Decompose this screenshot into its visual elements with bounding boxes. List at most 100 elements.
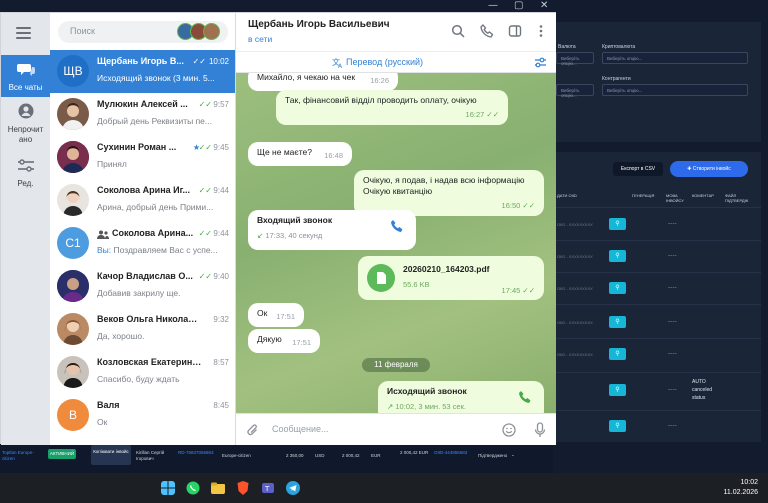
phone-icon[interactable] (518, 390, 532, 404)
windows-start-icon[interactable] (161, 481, 175, 495)
phone-icon[interactable] (480, 24, 494, 38)
peer-name[interactable]: Щербань Игорь Васильевич (248, 19, 390, 30)
bg-minimize-icon[interactable]: — (488, 0, 498, 11)
row-state-select[interactable]: Підтверджено (478, 453, 507, 459)
copy-invoice-button[interactable]: Копіювати інвойс (91, 445, 131, 465)
more-icon[interactable] (534, 24, 548, 38)
story-avatar[interactable] (203, 23, 220, 40)
chat-preview: Арина, добрый день Прими... (97, 202, 214, 212)
chat-item[interactable]: Сухинин Роман ... ★ ✓✓ 9:45 Принял (50, 136, 235, 179)
sidebar-toggle-icon[interactable] (508, 24, 522, 38)
search-input[interactable]: Поиск (58, 21, 228, 43)
chat-item[interactable]: Веков Ольга Николаев... 9:32 Да, хорошо. (50, 308, 235, 351)
message-bubble[interactable]: Ще не маєте? 16:48 (248, 142, 352, 166)
th-comment: КОМЕНТАР (692, 193, 714, 198)
chat-list: Поиск ЩВ Щербань Игорь В... ✓✓ 10:02 Исх… (50, 13, 236, 445)
auto-status-line: canceled (692, 387, 713, 393)
file-icon[interactable] (367, 264, 395, 292)
chevron-down-icon[interactable]: ⌄ (511, 452, 515, 458)
chat-item[interactable]: Мулюкин Алексей ... ✓✓ 9:57 Добрый день … (50, 93, 235, 136)
emoji-icon[interactable] (502, 423, 516, 437)
read-checks-icon: ✓✓ (198, 272, 212, 281)
chat-item[interactable]: С1 Соколова Арина... ✓✓ 9:44 Вы: Поздрав… (50, 222, 235, 265)
bg-close-icon[interactable]: ✕ (540, 0, 548, 11)
call-message[interactable]: Исходящий звонок ↗ 10:02, 3 мин. 53 сек. (378, 381, 544, 413)
message-bubble[interactable]: Михайло, я чекаю на чек 16:26 (248, 73, 398, 91)
avatar: С1 (57, 227, 89, 259)
message-time: 16:50 (501, 201, 521, 210)
crypto-select[interactable]: Виберіть опцію... (602, 52, 748, 64)
call-title: Входящий звонок (257, 215, 333, 225)
row-ref[interactable]: RD-76837065863 (178, 450, 218, 456)
table-row-id: OIID - XXXXXXXXX (557, 352, 593, 357)
chat-item[interactable]: Качор Владислав О... ✓✓ 9:40 Добавив зак… (50, 265, 235, 308)
phone-icon[interactable] (390, 219, 404, 233)
telegram-icon[interactable] (286, 481, 300, 495)
chat-time: 9:32 (213, 315, 229, 324)
brave-browser-icon[interactable] (236, 481, 250, 495)
read-checks-icon: ✓✓ (198, 100, 212, 109)
view-button[interactable]: ⚲ (609, 250, 626, 262)
row-account[interactable]: Toptlan Europe-citizen (2, 450, 44, 462)
attach-icon[interactable] (246, 423, 260, 437)
teams-icon[interactable]: T (261, 481, 275, 495)
date-select[interactable]: Виберіть опцію... (556, 84, 594, 98)
call-message[interactable]: Входящий звонок ↙ 17:33, 40 секунд (248, 210, 416, 250)
translate-label[interactable]: Перевод (русский) (346, 57, 423, 67)
chat-item[interactable]: Соколова Арина Иг... ✓✓ 9:44 Арина, добр… (50, 179, 235, 222)
currency-select[interactable]: Виберіть опцію... (556, 52, 594, 66)
folder-unread[interactable]: Непрочит ано (1, 101, 50, 147)
translate-bar[interactable]: 文A Перевод (русский) (236, 51, 556, 73)
message-meta: 17:45 ✓✓ (502, 285, 535, 296)
chat-preview: Добавив закрилу ще. (97, 288, 181, 298)
conversation-header[interactable]: Щербань Игорь Васильевич в сети (236, 13, 556, 51)
chat-item[interactable]: В Валя 8:45 Ок (50, 394, 235, 437)
system-clock[interactable]: 10:02 11.02.2026 (723, 478, 758, 498)
view-button[interactable]: ⚲ (609, 316, 626, 328)
avatar (57, 184, 89, 216)
whatsapp-icon[interactable] (186, 481, 200, 495)
auto-status: AUTO canceled status (692, 378, 712, 402)
avatar-initials: С1 (57, 227, 89, 259)
chat-name: Соколова Арина... (112, 228, 194, 238)
file-message[interactable]: 20260210_164203.pdf 55.6 KB 17:45 ✓✓ (358, 256, 544, 300)
avatar-photo (63, 191, 83, 216)
contractors-select[interactable]: Виберіть опцію... (602, 84, 748, 96)
chat-item[interactable]: ЩВ Щербань Игорь В... ✓✓ 10:02 Исходящий… (50, 50, 235, 93)
search-icon[interactable] (451, 24, 465, 38)
message-time: 16:48 (324, 151, 343, 160)
message-bubble[interactable]: Дякую 17:51 (248, 329, 320, 353)
avatar (57, 270, 89, 302)
telegram-window: Все чаты Непрочит ано Ред. Поиск ЩВ Щерб… (0, 12, 556, 445)
file-explorer-icon[interactable] (211, 481, 225, 495)
avatar: ЩВ (57, 55, 89, 87)
messages-area[interactable]: Михайло, я чекаю на чек 16:26 Так, фінан… (236, 73, 556, 413)
row-ref2[interactable]: OIID-444856683 (434, 450, 468, 456)
currency-label: Валюта (558, 44, 576, 50)
chat-item[interactable]: Козловская Екатерина ... 8:57 Спасибо, б… (50, 351, 235, 394)
chat-name: Качор Владислав О... (97, 271, 193, 281)
message-meta: 16:27 ✓✓ (466, 109, 499, 120)
avatar-initials: В (57, 399, 89, 431)
message-bubble[interactable]: Ок 17:51 (248, 303, 304, 327)
auto-status-line: status (692, 395, 706, 401)
folder-label: Непрочит ано (7, 125, 44, 144)
view-button[interactable]: ⚲ (609, 420, 626, 432)
view-button[interactable]: ⚲ (609, 384, 626, 396)
export-csv-button[interactable]: Експорт в CSV (613, 162, 663, 176)
incoming-arrow-icon: ↙ (257, 231, 264, 240)
message-composer[interactable]: Сообщение... (236, 413, 556, 445)
folder-all-chats[interactable]: Все чаты (1, 55, 50, 97)
bg-maximize-icon[interactable]: ▢ (514, 0, 523, 11)
view-button[interactable]: ⚲ (609, 218, 626, 230)
message-bubble[interactable]: Так, фінансовий відділ проводить оплату,… (276, 90, 508, 125)
menu-icon[interactable] (16, 27, 31, 42)
filter-settings-icon[interactable] (534, 57, 547, 68)
folder-label: Все чаты (8, 83, 43, 92)
view-button[interactable]: ⚲ (609, 348, 626, 360)
microphone-icon[interactable] (534, 422, 546, 438)
view-button[interactable]: ⚲ (609, 282, 626, 294)
create-invoice-button[interactable]: ✚ Створити інвойс (670, 161, 748, 177)
message-input[interactable]: Сообщение... (272, 424, 328, 434)
folder-edit[interactable]: Ред. (1, 156, 50, 192)
